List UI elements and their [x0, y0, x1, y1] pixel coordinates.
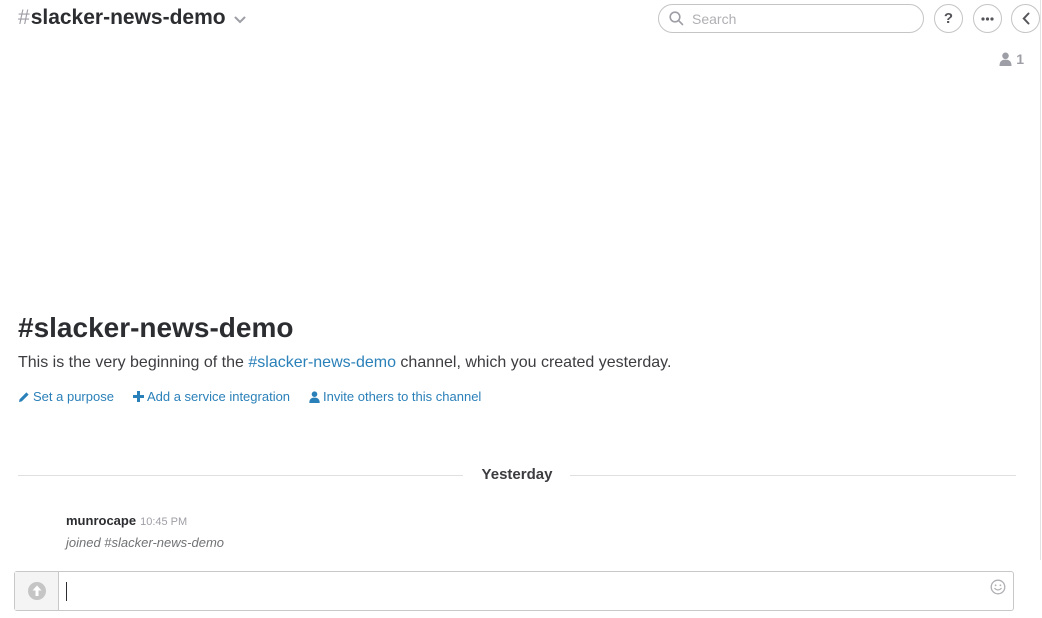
- member-count: 1: [1016, 51, 1024, 67]
- upload-icon: [27, 581, 47, 601]
- user-icon: [309, 390, 323, 403]
- message-item: munrocape 10:45 PM joined #slacker-news-d…: [66, 512, 224, 550]
- message-timestamp[interactable]: 10:45 PM: [140, 516, 187, 528]
- search-input[interactable]: [690, 9, 914, 28]
- emoji-icon[interactable]: [990, 579, 1006, 600]
- chevron-down-icon: [234, 16, 246, 24]
- add-integration-label: Add a service integration: [146, 389, 291, 404]
- message-body: joined #slacker-news-demo: [66, 535, 225, 550]
- intro-text-after: channel, which you created yesterday.: [395, 354, 672, 371]
- search-box[interactable]: [658, 4, 924, 33]
- panel-divider: [1040, 0, 1041, 560]
- chevron-left-icon: [1021, 12, 1030, 25]
- intro-text-before: This is the very beginning of the: [18, 354, 249, 371]
- help-button[interactable]: ?: [934, 4, 963, 33]
- message-author[interactable]: munrocape: [66, 513, 136, 528]
- message-composer: [14, 571, 1014, 611]
- channel-link[interactable]: #slacker-news-demo: [248, 354, 396, 371]
- help-icon: ?: [943, 10, 954, 27]
- channel-intro-title: #slacker-news-demo: [18, 312, 294, 343]
- day-divider-label: Yesterday: [481, 466, 553, 483]
- set-purpose-label: Set a purpose: [33, 389, 114, 404]
- pencil-icon: [18, 391, 33, 403]
- day-divider: Yesterday: [18, 465, 1016, 485]
- message-input[interactable]: [59, 572, 1013, 610]
- search-icon: [669, 11, 684, 26]
- collapse-button[interactable]: [1011, 4, 1040, 33]
- invite-others-label: Invite others to this channel: [323, 389, 482, 404]
- channel-intro-text: This is the very beginning of the #slack…: [18, 354, 671, 372]
- invite-others-link[interactable]: Invite others to this channel: [309, 389, 481, 404]
- more-button[interactable]: [973, 4, 1002, 33]
- channel-hash: #: [18, 6, 30, 29]
- channel-name: slacker-news-demo: [30, 6, 226, 29]
- user-icon: [999, 52, 1012, 66]
- plus-icon: [132, 391, 147, 402]
- add-integration-link[interactable]: Add a service integration: [132, 389, 291, 404]
- upload-button[interactable]: [15, 572, 59, 610]
- text-cursor: [66, 582, 67, 601]
- set-purpose-link[interactable]: Set a purpose: [18, 389, 114, 404]
- intro-actions: Set a purpose Add a service integration …: [18, 389, 500, 404]
- member-count-button[interactable]: 1: [999, 51, 1024, 67]
- more-icon: [981, 16, 994, 21]
- channel-title[interactable]: # slacker-news-demo: [18, 6, 246, 30]
